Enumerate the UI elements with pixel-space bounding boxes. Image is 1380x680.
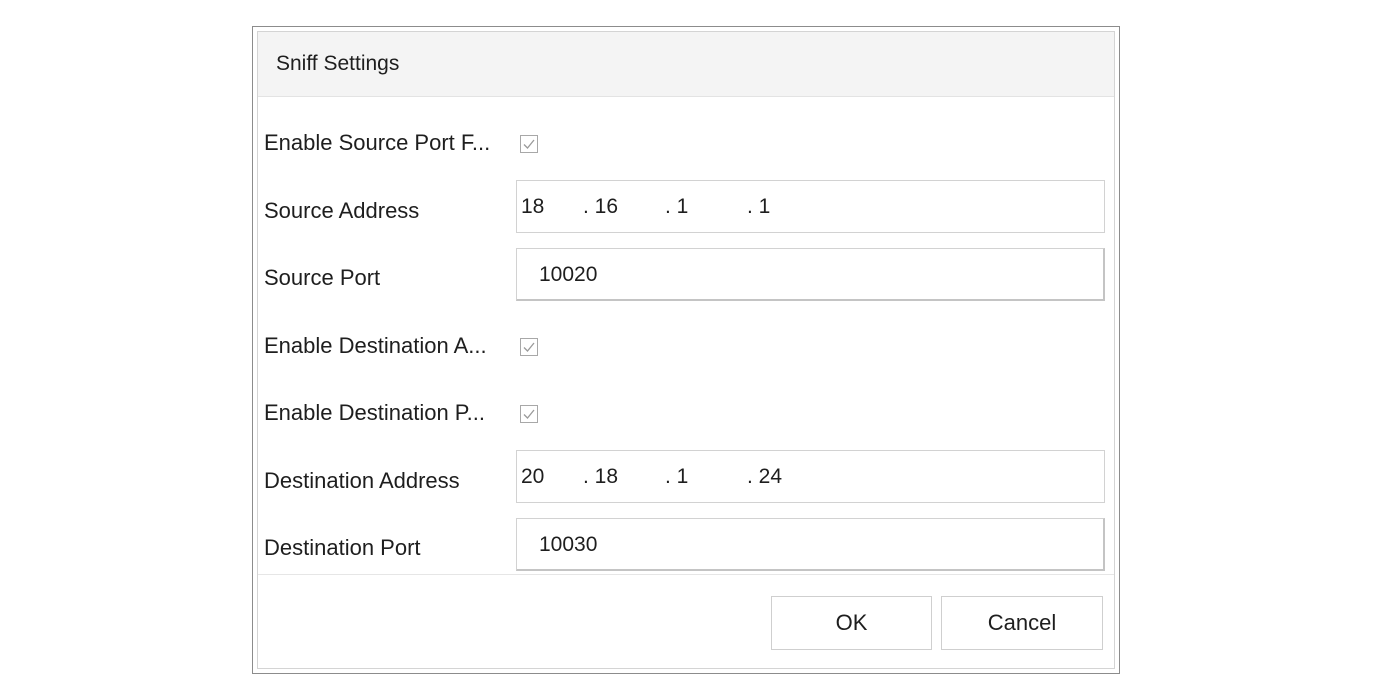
checkmark-icon bbox=[523, 409, 535, 419]
source-port-value: 10020 bbox=[539, 263, 598, 286]
footer-divider bbox=[258, 574, 1114, 575]
dialog-title: Sniff Settings bbox=[276, 52, 400, 75]
source-port-field[interactable]: 10020 bbox=[516, 248, 1105, 301]
enable-source-port-label: Enable Source Port F... bbox=[264, 130, 491, 155]
cancel-button[interactable]: Cancel bbox=[941, 596, 1103, 650]
enable-destination-port-checkbox[interactable] bbox=[520, 405, 538, 423]
destination-address-label: Destination Address bbox=[264, 468, 460, 493]
source-port-label: Source Port bbox=[264, 265, 381, 290]
enable-source-port-checkbox[interactable] bbox=[520, 135, 538, 153]
source-address-field[interactable]: 18 . 16 . 1 . 1 bbox=[516, 180, 1105, 233]
source-address-label: Source Address bbox=[264, 198, 420, 223]
destination-address-octet-2[interactable]: . 18 bbox=[583, 465, 618, 489]
source-address-octet-4[interactable]: . 1 bbox=[747, 195, 770, 219]
destination-address-octet-3[interactable]: . 1 bbox=[665, 465, 688, 489]
sniff-settings-dialog: Sniff Settings Enable Source Port F... S… bbox=[252, 26, 1120, 674]
destination-address-field[interactable]: 20 . 18 . 1 . 24 bbox=[516, 450, 1105, 503]
checkmark-icon bbox=[523, 139, 535, 149]
destination-port-field[interactable]: 10030 bbox=[516, 518, 1105, 571]
dialog-titlebar: Sniff Settings bbox=[258, 32, 1114, 97]
enable-destination-address-label: Enable Destination A... bbox=[264, 333, 487, 358]
source-address-octet-1[interactable]: 18 bbox=[521, 195, 544, 219]
checkmark-icon bbox=[523, 342, 535, 352]
enable-destination-address-checkbox[interactable] bbox=[520, 338, 538, 356]
destination-port-label: Destination Port bbox=[264, 535, 421, 560]
destination-address-octet-4[interactable]: . 24 bbox=[747, 465, 782, 489]
ok-button[interactable]: OK bbox=[771, 596, 932, 650]
enable-destination-port-label: Enable Destination P... bbox=[264, 400, 485, 425]
destination-port-value: 10030 bbox=[539, 533, 598, 556]
destination-address-octet-1[interactable]: 20 bbox=[521, 465, 544, 489]
source-address-octet-3[interactable]: . 1 bbox=[665, 195, 688, 219]
source-address-octet-2[interactable]: . 16 bbox=[583, 195, 618, 219]
dialog-body: Sniff Settings Enable Source Port F... S… bbox=[257, 31, 1115, 669]
